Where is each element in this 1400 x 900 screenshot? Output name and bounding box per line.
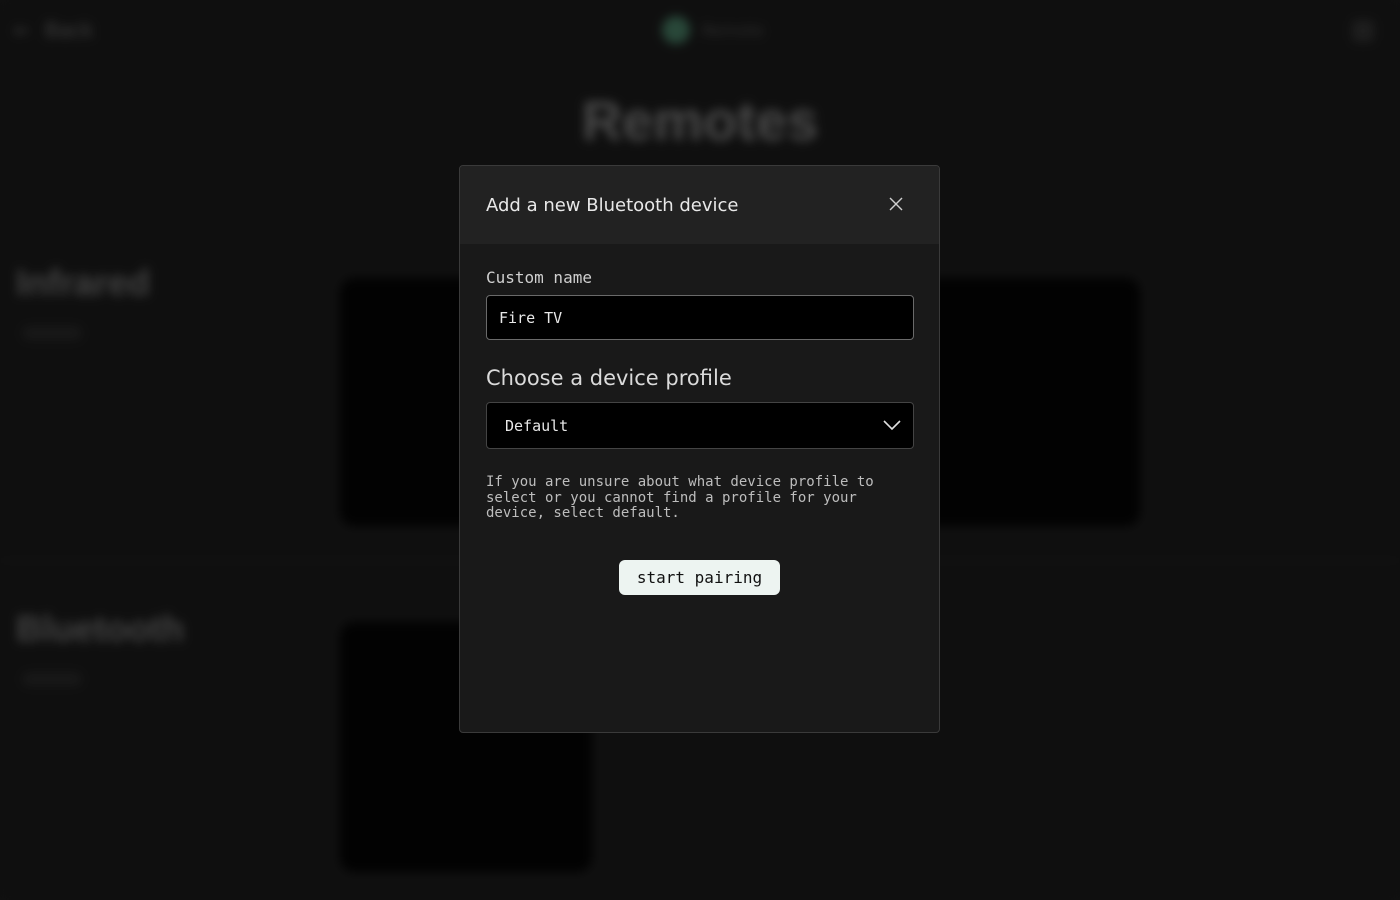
dialog-actions: start pairing	[486, 559, 913, 595]
device-profile-heading: Choose a device profile	[486, 366, 732, 390]
dialog-title: Add a new Bluetooth device	[486, 194, 739, 216]
device-profile-select[interactable]: Default	[486, 402, 914, 449]
profile-help-text: If you are unsure about what device prof…	[486, 474, 874, 521]
chevron-down-icon	[883, 420, 901, 431]
dialog-header: Add a new Bluetooth device	[460, 166, 939, 244]
device-profile-selected: Default	[505, 416, 569, 435]
custom-name-input[interactable]	[486, 295, 914, 340]
dialog-body: Custom name Choose a device profile Defa…	[460, 244, 939, 595]
start-pairing-button[interactable]: start pairing	[618, 559, 781, 595]
add-bluetooth-device-dialog: Add a new Bluetooth device Custom name C…	[459, 165, 940, 733]
custom-name-label: Custom name	[486, 268, 592, 287]
close-icon[interactable]	[887, 195, 905, 213]
